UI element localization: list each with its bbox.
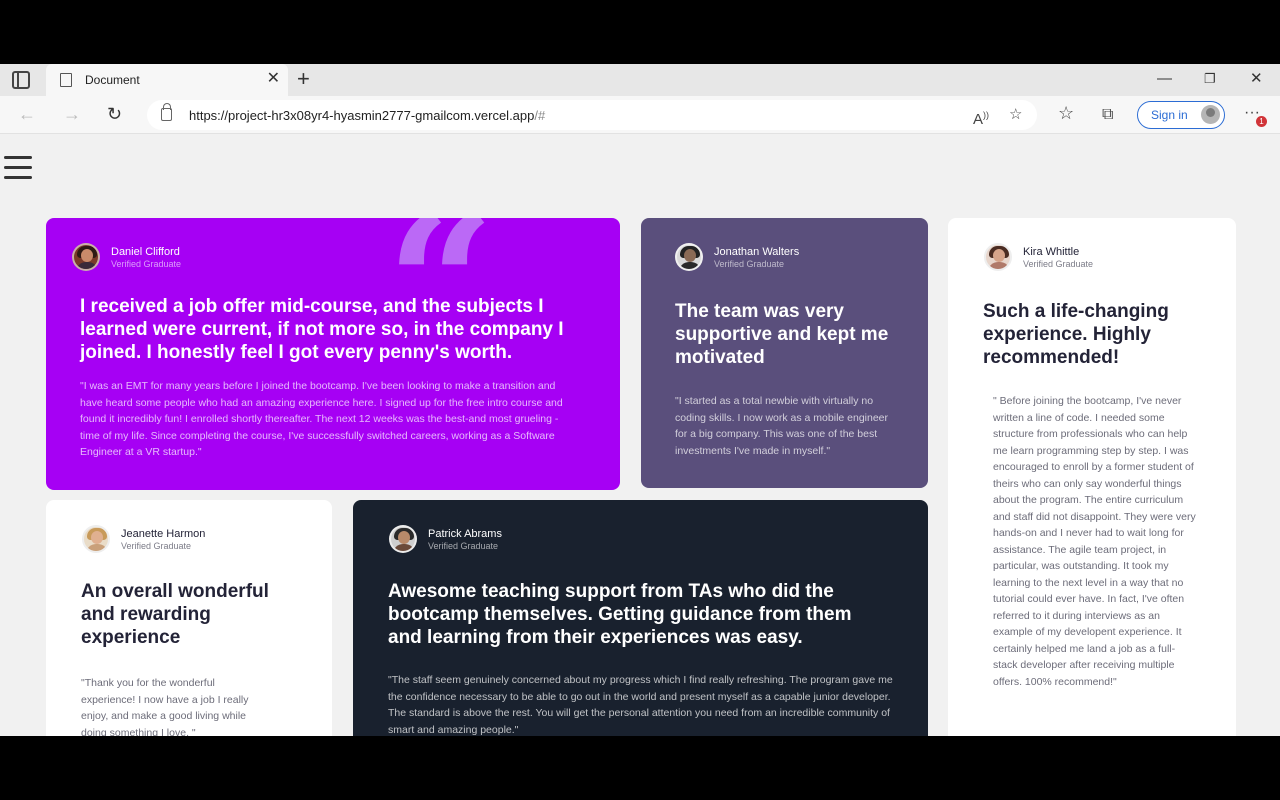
testimonial-body: "Thank you for the wonderful experience!… [81, 677, 249, 736]
tab-document[interactable]: Document ✕ [46, 64, 288, 96]
author-role: Verified Graduate [121, 541, 192, 551]
testimonial-card-daniel: “ Daniel Clifford Verified Graduate I re… [46, 218, 620, 490]
author-name: Daniel Clifford [111, 246, 180, 258]
author-name: Patrick Abrams [428, 528, 502, 540]
hamburger-icon[interactable] [4, 156, 34, 190]
avatar [82, 525, 110, 553]
new-tab-icon[interactable]: + [297, 67, 310, 91]
collections-icon[interactable]: ⧉ [1102, 106, 1113, 124]
sign-in-button[interactable]: Sign in [1137, 101, 1225, 129]
page-icon [60, 73, 72, 87]
tab-title: Document [85, 73, 140, 87]
url-text: https://project-hr3x08yr4-hyasmin2777-gm… [189, 108, 545, 123]
page-content: “ Daniel Clifford Verified Graduate I re… [0, 134, 1280, 736]
read-aloud-icon[interactable]: A)) [973, 106, 989, 129]
minimize-icon[interactable]: — [1157, 70, 1172, 88]
profile-avatar [1201, 105, 1220, 124]
browser-window: Document ✕ + — ❐ ✕ ← → ↻ https://project… [0, 64, 1280, 736]
sign-in-label: Sign in [1151, 108, 1188, 122]
author-name: Jeanette Harmon [121, 528, 206, 540]
address-bar: ← → ↻ https://project-hr3x08yr4-hyasmin2… [0, 96, 1280, 134]
author-role: Verified Graduate [111, 259, 182, 269]
testimonial-headline: Such a life-changing experience. Highly … [983, 301, 1169, 368]
testimonial-headline: An overall wonderful and rewarding exper… [81, 581, 269, 648]
author-role: Verified Graduate [428, 541, 499, 551]
testimonial-card-jonathan: Jonathan Walters Verified Graduate The t… [641, 218, 928, 488]
testimonial-body: "The staff seem genuinely concerned abou… [388, 674, 893, 736]
star-plus-icon[interactable]: ☆ [1009, 106, 1022, 124]
lock-icon[interactable] [161, 103, 172, 121]
arrow-left-icon[interactable]: ← [18, 104, 36, 124]
avatar [72, 243, 100, 271]
author-name: Kira Whittle [1023, 246, 1080, 258]
tab-bar: Document ✕ + — ❐ ✕ [0, 64, 1280, 96]
author-role: Verified Graduate [1023, 259, 1094, 269]
testimonial-headline: The team was very supportive and kept me… [675, 301, 889, 368]
url-path: /# [534, 108, 546, 123]
close-window-icon[interactable]: ✕ [1250, 70, 1263, 88]
restore-icon[interactable]: ❐ [1204, 70, 1216, 88]
testimonial-card-patrick: Patrick Abrams Verified Graduate Awesome… [353, 500, 928, 736]
close-tab-icon[interactable]: ✕ [267, 70, 280, 88]
url-input[interactable]: https://project-hr3x08yr4-hyasmin2777-gm… [147, 100, 1037, 130]
testimonial-body: " Before joining the bootcamp, I've neve… [993, 395, 1196, 688]
avatar [389, 525, 417, 553]
refresh-icon[interactable]: ↻ [107, 104, 122, 124]
avatar [984, 243, 1012, 271]
testimonial-body: "I was an EMT for many years before I jo… [80, 380, 563, 458]
notification-badge: 1 [1256, 116, 1267, 127]
tab-actions-icon[interactable] [12, 71, 30, 89]
testimonial-headline: Awesome teaching support from TAs who di… [388, 581, 852, 648]
testimonial-card-kira: Kira Whittle Verified Graduate Such a li… [948, 218, 1236, 736]
avatar [675, 243, 703, 271]
url-host: https://project-hr3x08yr4-hyasmin2777-gm… [189, 108, 535, 123]
arrow-right-icon[interactable]: → [63, 104, 81, 124]
author-role: Verified Graduate [714, 259, 785, 269]
star-icon[interactable]: ☆ [1058, 104, 1074, 122]
testimonial-body: "I started as a total newbie with virtua… [675, 395, 889, 457]
testimonial-headline: I received a job offer mid-course, and t… [80, 296, 564, 363]
author-name: Jonathan Walters [714, 246, 800, 258]
testimonial-card-jeanette: Jeanette Harmon Verified Graduate An ove… [46, 500, 332, 736]
